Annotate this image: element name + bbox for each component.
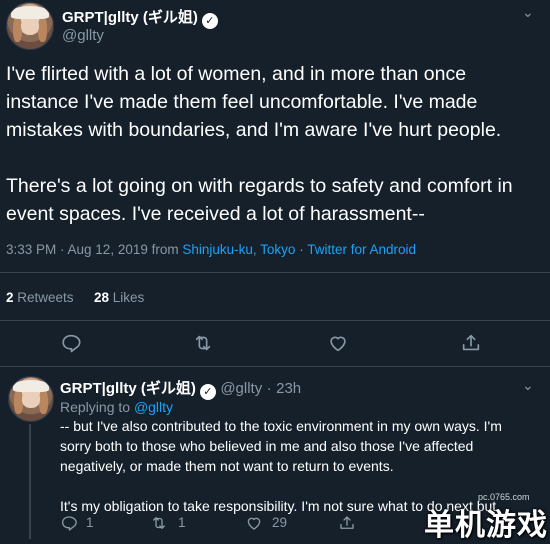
reply-author-handle[interactable]: @gllty [220,380,262,397]
tweet-text: I've flirted with a lot of women, and in… [6,60,544,228]
reply-count: 1 [86,515,94,530]
retweets-stat[interactable]: 2 Retweets [6,290,74,305]
reply-icon[interactable] [60,332,82,354]
retweets-label: Retweets [17,290,74,305]
author-name[interactable]: GRPT|gllty (ギル姐) [62,9,198,26]
reply-paragraph-1: -- but I've also contributed to the toxi… [60,418,502,474]
replying-label: Replying to [60,399,131,415]
watermark-large-text: 单机游戏 [424,509,548,542]
author-avatar[interactable] [6,2,54,50]
retweets-count: 2 [6,290,14,305]
time-separator: · [266,380,272,397]
reply-author-avatar[interactable] [8,376,54,422]
retweet-icon[interactable] [192,332,214,354]
chevron-down-icon[interactable]: ⌄ [522,4,534,21]
tweet-source-link[interactable]: Twitter for Android [307,242,416,257]
author-handle[interactable]: @gllty [62,27,104,44]
tweet-paragraph-2: There's a lot going on with regards to s… [6,175,513,225]
like-icon[interactable] [245,514,263,532]
verified-icon: ✓ [199,384,216,400]
replying-to: Replying to @gllty [60,399,173,415]
verified-icon: ✓ [201,13,218,29]
thread-line [29,424,31,539]
reply-time[interactable]: 23h [276,380,301,397]
chevron-down-icon[interactable]: ⌄ [522,377,534,394]
reply-author-name[interactable]: GRPT|gllty (ギル姐) [60,380,196,397]
divider [0,320,550,321]
retweet-count: 1 [178,515,186,530]
divider [0,366,550,367]
tweet-paragraph-1: I've flirted with a lot of women, and in… [6,63,502,141]
likes-count: 28 [94,290,110,305]
like-icon[interactable] [327,332,349,354]
replying-handle-link[interactable]: @gllty [134,399,173,415]
tweet-meta: 3:33 PM · Aug 12, 2019 from Shinjuku-ku,… [6,242,416,257]
share-icon[interactable] [338,514,356,532]
reply-header: GRPT|gllty (ギル姐) ✓ @gllty · 23h [60,377,301,400]
tweet-location-link[interactable]: Shinjuku-ku, Tokyo [182,242,295,257]
meta-separator: · [299,242,304,257]
divider [0,272,550,273]
tweet-timestamp[interactable]: 3:33 PM · Aug 12, 2019 from [6,242,179,257]
like-count: 29 [272,515,288,530]
share-icon[interactable] [460,332,482,354]
likes-stat[interactable]: 28 Likes [94,290,144,305]
retweet-icon[interactable] [150,514,168,532]
reply-icon[interactable] [60,514,78,532]
likes-label: Likes [112,290,145,305]
